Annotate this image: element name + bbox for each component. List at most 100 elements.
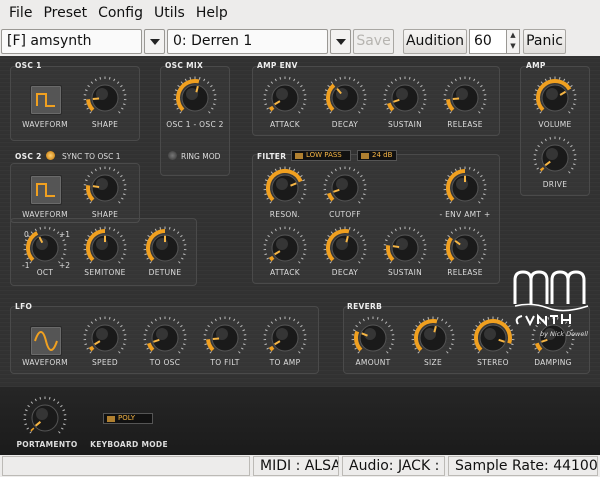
osc2-waveform-button[interactable] bbox=[30, 175, 62, 205]
cutoff-knob[interactable] bbox=[323, 166, 367, 210]
knob-graphic bbox=[533, 136, 577, 174]
knob-graphic bbox=[83, 316, 127, 354]
reverb-amount-knob[interactable] bbox=[351, 316, 395, 360]
lfo-to-amp-knob[interactable] bbox=[263, 316, 307, 360]
knob-graphic bbox=[323, 226, 367, 264]
menu-file[interactable]: File bbox=[9, 5, 32, 21]
knob-graphic bbox=[23, 396, 67, 434]
filter-slope-dropdown[interactable]: 24 dB bbox=[357, 150, 397, 161]
env-amount-label: - ENV AMT + bbox=[439, 210, 491, 219]
filter-attack-knob[interactable] bbox=[263, 226, 307, 270]
ringmod-label: RING MOD bbox=[181, 152, 221, 161]
menu-bar: File Preset Config Utils Help bbox=[0, 0, 600, 26]
amp-title: AMP bbox=[526, 61, 546, 70]
knob-graphic bbox=[351, 316, 395, 354]
amsynth-logo: by Nick Dowell bbox=[512, 266, 592, 356]
amp-attack-knob[interactable] bbox=[263, 76, 307, 120]
sync-led[interactable] bbox=[46, 151, 55, 160]
knob-graphic bbox=[383, 76, 427, 114]
sync-label: SYNC TO OSC 1 bbox=[62, 152, 121, 161]
filter-type-dropdown[interactable]: LOW PASS bbox=[291, 150, 351, 161]
bank-dropdown-button[interactable] bbox=[144, 29, 165, 54]
knob-graphic bbox=[263, 226, 307, 264]
knob-graphic bbox=[443, 226, 487, 264]
lfo-speed-knob[interactable] bbox=[83, 316, 127, 360]
panic-button[interactable]: Panic bbox=[523, 29, 566, 54]
bank-select[interactable]: [F] amsynth factory bbox=[1, 29, 142, 72]
save-button[interactable]: Save bbox=[353, 29, 394, 54]
knob-graphic bbox=[323, 166, 367, 204]
portamento-label: PORTAMENTO bbox=[16, 440, 78, 449]
status-midi: MIDI : ALSA bbox=[253, 456, 339, 476]
semitone-knob[interactable] bbox=[83, 226, 127, 270]
synth-panel: OSC 1 OSC MIX AMP ENV AMP OSC 2 SYNC TO … bbox=[0, 56, 600, 455]
filter-decay-knob[interactable] bbox=[323, 226, 367, 270]
chevron-down-icon bbox=[150, 39, 160, 45]
osc1-shape-knob[interactable] bbox=[83, 76, 127, 120]
logo-graphic bbox=[513, 270, 589, 327]
keyboard-mode-label: KEYBOARD MODE bbox=[90, 440, 168, 449]
spin-down-icon[interactable]: ▼ bbox=[507, 41, 519, 52]
filter-release-label: RELEASE bbox=[447, 268, 483, 277]
status-sample-rate: Sample Rate: 44100 bbox=[448, 456, 598, 476]
oct-tick-plus1: +1 bbox=[59, 230, 71, 239]
knob-graphic bbox=[143, 316, 187, 354]
volume-label: VOLUME bbox=[538, 120, 572, 129]
knob-graphic bbox=[83, 76, 127, 114]
filter-release-knob[interactable] bbox=[443, 226, 487, 270]
osc-mix-knob[interactable] bbox=[173, 76, 217, 120]
preset-select[interactable]: 0: Derren 1 bbox=[167, 29, 328, 54]
menu-preset[interactable]: Preset bbox=[43, 5, 87, 21]
lfo-waveform-button[interactable] bbox=[30, 326, 62, 356]
osc1-waveform-button[interactable] bbox=[30, 85, 62, 115]
knob-graphic bbox=[533, 76, 577, 114]
ampenv-title: AMP ENV bbox=[257, 61, 298, 70]
knob-graphic bbox=[83, 166, 127, 204]
filter-sustain-knob[interactable] bbox=[383, 226, 427, 270]
knob-graphic bbox=[263, 166, 307, 204]
knob-graphic bbox=[383, 226, 427, 264]
ringmod-led[interactable] bbox=[168, 151, 177, 160]
oct-tick-0: 0 bbox=[24, 230, 29, 239]
detune-knob[interactable] bbox=[143, 226, 187, 270]
knob-graphic bbox=[443, 166, 487, 204]
preset-dropdown-button[interactable] bbox=[330, 29, 351, 54]
knob-graphic bbox=[411, 316, 455, 354]
reverb-stereo-knob[interactable] bbox=[471, 316, 515, 360]
knob-graphic bbox=[173, 76, 217, 114]
amp-decay-knob[interactable] bbox=[323, 76, 367, 120]
lfo-to-osc-knob[interactable] bbox=[143, 316, 187, 360]
osc1-title: OSC 1 bbox=[15, 61, 42, 70]
reverb-size-knob[interactable] bbox=[411, 316, 455, 360]
velocity-stepper[interactable]: ▲ ▼ bbox=[506, 29, 520, 54]
osc2-shape-knob[interactable] bbox=[83, 166, 127, 210]
status-bar: MIDI : ALSA Audio: JACK : Sample Rate: 4… bbox=[0, 455, 600, 477]
osc2-shape-label: SHAPE bbox=[91, 210, 119, 219]
portamento-knob[interactable] bbox=[23, 396, 67, 440]
knob-graphic bbox=[143, 226, 187, 264]
lfo-to-amp-label: TO AMP bbox=[269, 358, 301, 367]
chevron-down-icon bbox=[336, 39, 346, 45]
resonance-knob[interactable] bbox=[263, 166, 307, 210]
knob-graphic bbox=[443, 76, 487, 114]
sine-wave-icon bbox=[34, 331, 58, 351]
amp-sustain-knob[interactable] bbox=[383, 76, 427, 120]
reverb-damping-label: DAMPING bbox=[534, 358, 572, 367]
lfo-title: LFO bbox=[15, 302, 33, 311]
velocity-spinbox[interactable]: 60 bbox=[469, 29, 507, 54]
menu-config[interactable]: Config bbox=[98, 5, 143, 21]
keyboard-mode-dropdown[interactable]: POLY bbox=[103, 413, 153, 424]
drive-knob[interactable] bbox=[533, 136, 577, 180]
detune-label: DETUNE bbox=[148, 268, 182, 277]
amp-release-knob[interactable] bbox=[443, 76, 487, 120]
spin-up-icon[interactable]: ▲ bbox=[507, 30, 519, 41]
env-amount-knob[interactable] bbox=[443, 166, 487, 210]
logo-byline: by Nick Dowell bbox=[539, 330, 588, 338]
knob-graphic bbox=[471, 316, 515, 354]
volume-knob[interactable] bbox=[533, 76, 577, 120]
menu-utils[interactable]: Utils bbox=[154, 5, 185, 21]
lfo-to-filter-knob[interactable] bbox=[203, 316, 247, 360]
reverb-title: REVERB bbox=[347, 302, 383, 311]
audition-button[interactable]: Audition bbox=[403, 29, 467, 54]
menu-help[interactable]: Help bbox=[196, 5, 228, 21]
